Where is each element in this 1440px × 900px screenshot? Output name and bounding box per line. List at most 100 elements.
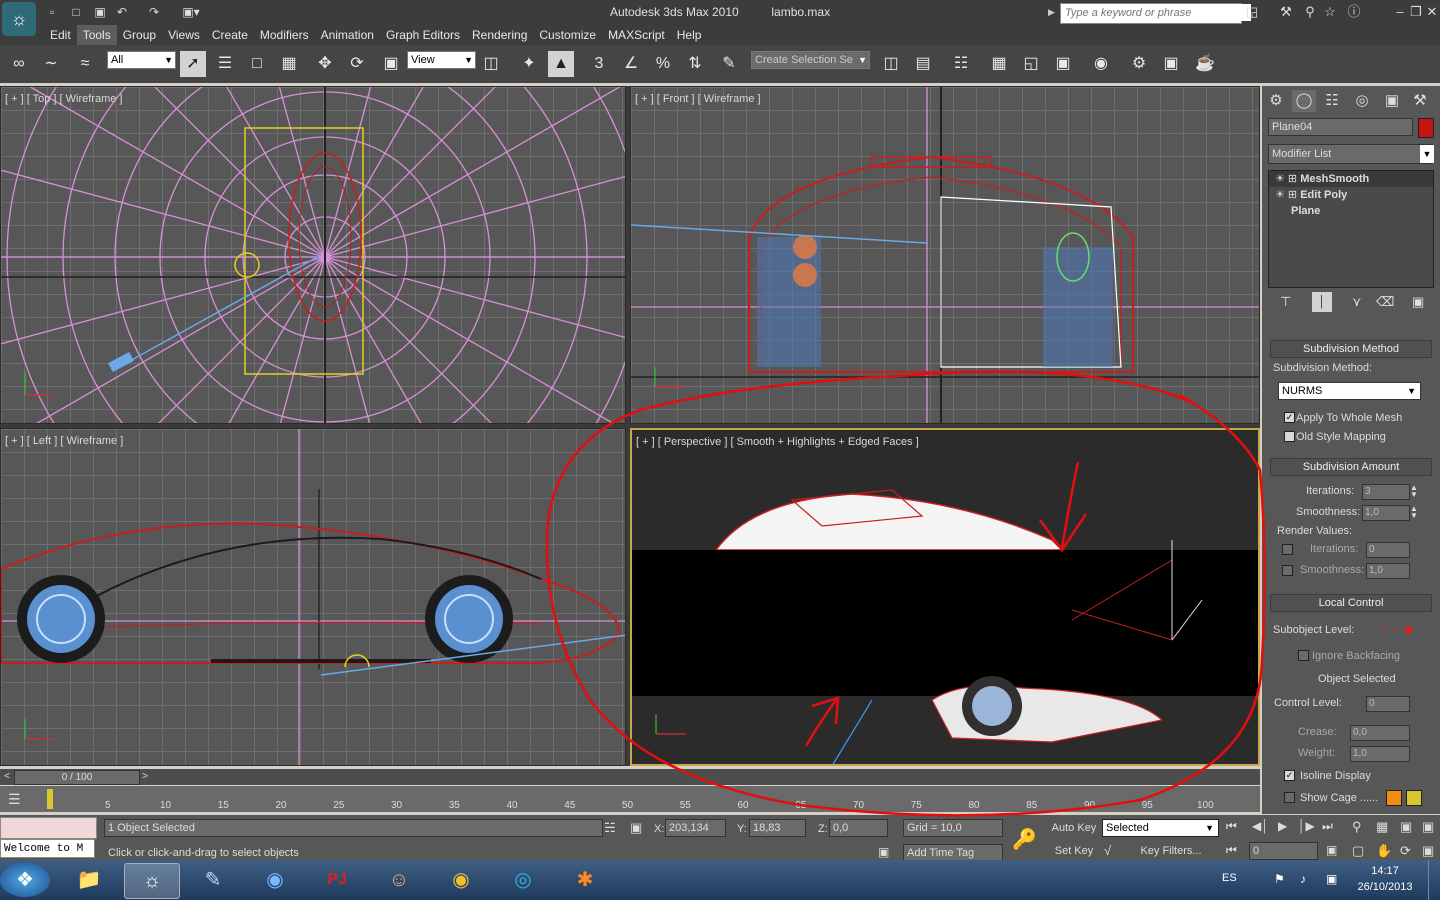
show-end-result-icon[interactable]: │ [1312, 292, 1332, 312]
ref-coord-select[interactable]: View ▼ [407, 51, 476, 69]
object-color-swatch[interactable] [1418, 118, 1434, 138]
keyboard-shortcut-icon[interactable]: ▲ [548, 51, 574, 77]
old-style-mapping-checkbox[interactable] [1284, 431, 1295, 442]
vertex-level-icon[interactable]: ⋮⋯ [1378, 622, 1402, 636]
menu-graph-editors[interactable]: Graph Editors [380, 25, 466, 45]
show-cage-checkbox[interactable] [1284, 792, 1295, 803]
x-coordinate-field[interactable]: 203,134 [665, 819, 726, 837]
render-production-icon[interactable]: ☕ [1192, 51, 1218, 77]
render-iterations-checkbox[interactable] [1282, 544, 1293, 555]
binoculars-icon[interactable]: ◲ [1244, 4, 1260, 20]
chrome-icon[interactable]: ◉ [434, 863, 488, 897]
modifier-stack-item[interactable]: Plane [1269, 203, 1433, 219]
time-slider-thumb[interactable]: 0 / 100 [14, 770, 140, 785]
snap-3d-icon[interactable]: 3 [586, 51, 612, 77]
smoothness-spinner[interactable]: 1,0 [1362, 505, 1410, 521]
window-crossing-icon[interactable]: ▦ [276, 51, 302, 77]
notepad-icon[interactable]: ✎ [186, 863, 240, 897]
menu-maxscript[interactable]: MAXScript [602, 25, 671, 45]
show-desktop-button[interactable] [1428, 860, 1440, 900]
object-name-field[interactable]: Plane04 [1268, 118, 1413, 136]
minimize-icon[interactable]: – [1392, 4, 1408, 20]
ignore-backfacing-checkbox[interactable] [1298, 650, 1309, 661]
menu-tools[interactable]: Tools [76, 25, 117, 45]
graphite-tools-icon[interactable]: ▦ [986, 51, 1012, 77]
avast-icon[interactable]: ✱ [558, 863, 612, 897]
subdivision-amount-header[interactable]: Subdivision Amount [1270, 458, 1432, 476]
mirror-icon[interactable]: ◫ [878, 51, 904, 77]
iterations-spinner-arrows-icon[interactable]: ▲ ▼ [1410, 484, 1418, 499]
menu-rendering[interactable]: Rendering [466, 25, 533, 45]
clock-time[interactable]: 14:17 [1350, 865, 1420, 877]
rotate-icon[interactable]: ⟳ [344, 51, 370, 77]
orbit-icon[interactable]: ⟳ [1400, 843, 1411, 859]
field-of-view-icon[interactable]: ▢ [1352, 843, 1364, 859]
help-search-input[interactable] [1061, 4, 1251, 21]
schematic-view-icon[interactable]: ▣ [1050, 51, 1076, 77]
subdivision-method-select[interactable]: NURMS ▼ [1278, 382, 1421, 400]
modifier-stack-item[interactable]: ☀ ⊞ MeshSmooth [1269, 171, 1433, 187]
google-earth-icon[interactable]: ◉ [248, 863, 302, 897]
iterations-spinner[interactable]: 3 [1362, 484, 1410, 500]
game-icon[interactable]: ☺ [372, 863, 426, 897]
tray-volume-icon[interactable]: ♪ [1300, 872, 1306, 886]
go-to-end-icon[interactable]: ⏭ [1322, 819, 1333, 834]
configure-sets-icon[interactable]: ▣ [1412, 294, 1424, 310]
select-manipulate-icon[interactable]: ✦ [516, 51, 542, 77]
z-coordinate-field[interactable]: 0,0 [829, 819, 888, 837]
menu-animation[interactable]: Animation [315, 25, 380, 45]
display-tab-icon[interactable]: ▣ [1380, 90, 1404, 112]
cage-color-swatch-1[interactable] [1386, 790, 1402, 806]
isoline-display-checkbox[interactable]: ✓ [1284, 770, 1295, 781]
menu-create[interactable]: Create [206, 25, 254, 45]
app-logo-icon[interactable]: ☼ [2, 2, 36, 36]
zoom-extents-icon[interactable]: ▣ [1400, 819, 1412, 835]
pan-view-icon[interactable]: ✋ [1376, 843, 1392, 859]
rendered-frame-icon[interactable]: ▣ [1158, 51, 1184, 77]
front-viewport-label[interactable]: [ + ] [ Front ] [ Wireframe ] [635, 93, 761, 105]
subscription-icon[interactable]: ⚒ [1278, 4, 1294, 20]
help-icon[interactable]: ⓘ [1346, 4, 1362, 20]
favorites-star-icon[interactable]: ☆ [1322, 4, 1338, 20]
absolute-mode-icon[interactable]: ▣ [630, 820, 642, 836]
weight-spinner[interactable]: 1,0 [1350, 746, 1410, 762]
menu-modifiers[interactable]: Modifiers [254, 25, 315, 45]
time-slider-prev-icon[interactable]: < [0, 769, 14, 785]
control-level-spinner[interactable]: 0 [1366, 696, 1410, 712]
edge-level-icon[interactable]: ◆ [1404, 622, 1413, 636]
menu-group[interactable]: Group [117, 25, 162, 45]
spinner-snap-icon[interactable]: ⇅ [682, 51, 708, 77]
3dsmax-icon[interactable]: ☼ [124, 863, 180, 899]
rect-selection-icon[interactable]: □ [244, 51, 270, 77]
set-key-icon[interactable]: 🔑 [1012, 827, 1037, 852]
cage-color-swatch-2[interactable] [1406, 790, 1422, 806]
perspective-viewport-label[interactable]: [ + ] [ Perspective ] [ Smooth + Highlig… [636, 436, 919, 448]
previous-frame-icon[interactable]: ◀│ [1252, 819, 1269, 833]
close-icon[interactable]: ✕ [1424, 4, 1440, 20]
menu-edit[interactable]: Edit [44, 25, 77, 45]
track-bar[interactable]: ☰ 5 10 15 20 25 30 35 40 45 50 55 60 65 70 75 80 85 90 95 1… [0, 786, 1260, 812]
render-setup-icon[interactable]: ⚙ [1126, 51, 1152, 77]
local-control-header[interactable]: Local Control [1270, 594, 1432, 612]
material-editor-icon[interactable]: ◉ [1088, 51, 1114, 77]
restore-icon[interactable]: ❐ [1408, 4, 1424, 20]
viewport-top[interactable]: [ + ] [ Top ] [ Wireframe ] [0, 86, 626, 424]
menu-views[interactable]: Views [162, 25, 206, 45]
tray-network-icon[interactable]: ▣ [1326, 872, 1337, 886]
top-viewport-label[interactable]: [ + ] [ Top ] [ Wireframe ] [5, 93, 122, 105]
y-coordinate-field[interactable]: 18,83 [749, 819, 806, 837]
smoothness-spinner-arrows-icon[interactable]: ▲ ▼ [1410, 505, 1418, 520]
go-to-start-icon[interactable]: ⏮ [1226, 819, 1237, 834]
scale-icon[interactable]: ▣ [378, 51, 404, 77]
key-filters-button[interactable]: Key Filters... [1128, 842, 1214, 860]
skype-icon[interactable]: ◎ [496, 863, 550, 897]
named-selection-select[interactable]: Create Selection Se ▼ [751, 51, 870, 69]
lock-selection-icon[interactable]: ☵ [604, 820, 616, 836]
left-viewport-label[interactable]: [ + ] [ Left ] [ Wireframe ] [5, 435, 123, 447]
edit-named-selection-icon[interactable]: ✎ [716, 51, 742, 77]
viewport-front[interactable]: [ + ] [ Front ] [ Wireframe ] [630, 86, 1260, 424]
explorer-icon[interactable]: 📁 [62, 863, 116, 897]
key-mode-toggle-icon[interactable]: ⏮ [1226, 843, 1237, 858]
utilities-tab-icon[interactable]: ⚒ [1408, 90, 1432, 112]
maxscript-listener-white[interactable]: Welcome to M [0, 839, 95, 858]
